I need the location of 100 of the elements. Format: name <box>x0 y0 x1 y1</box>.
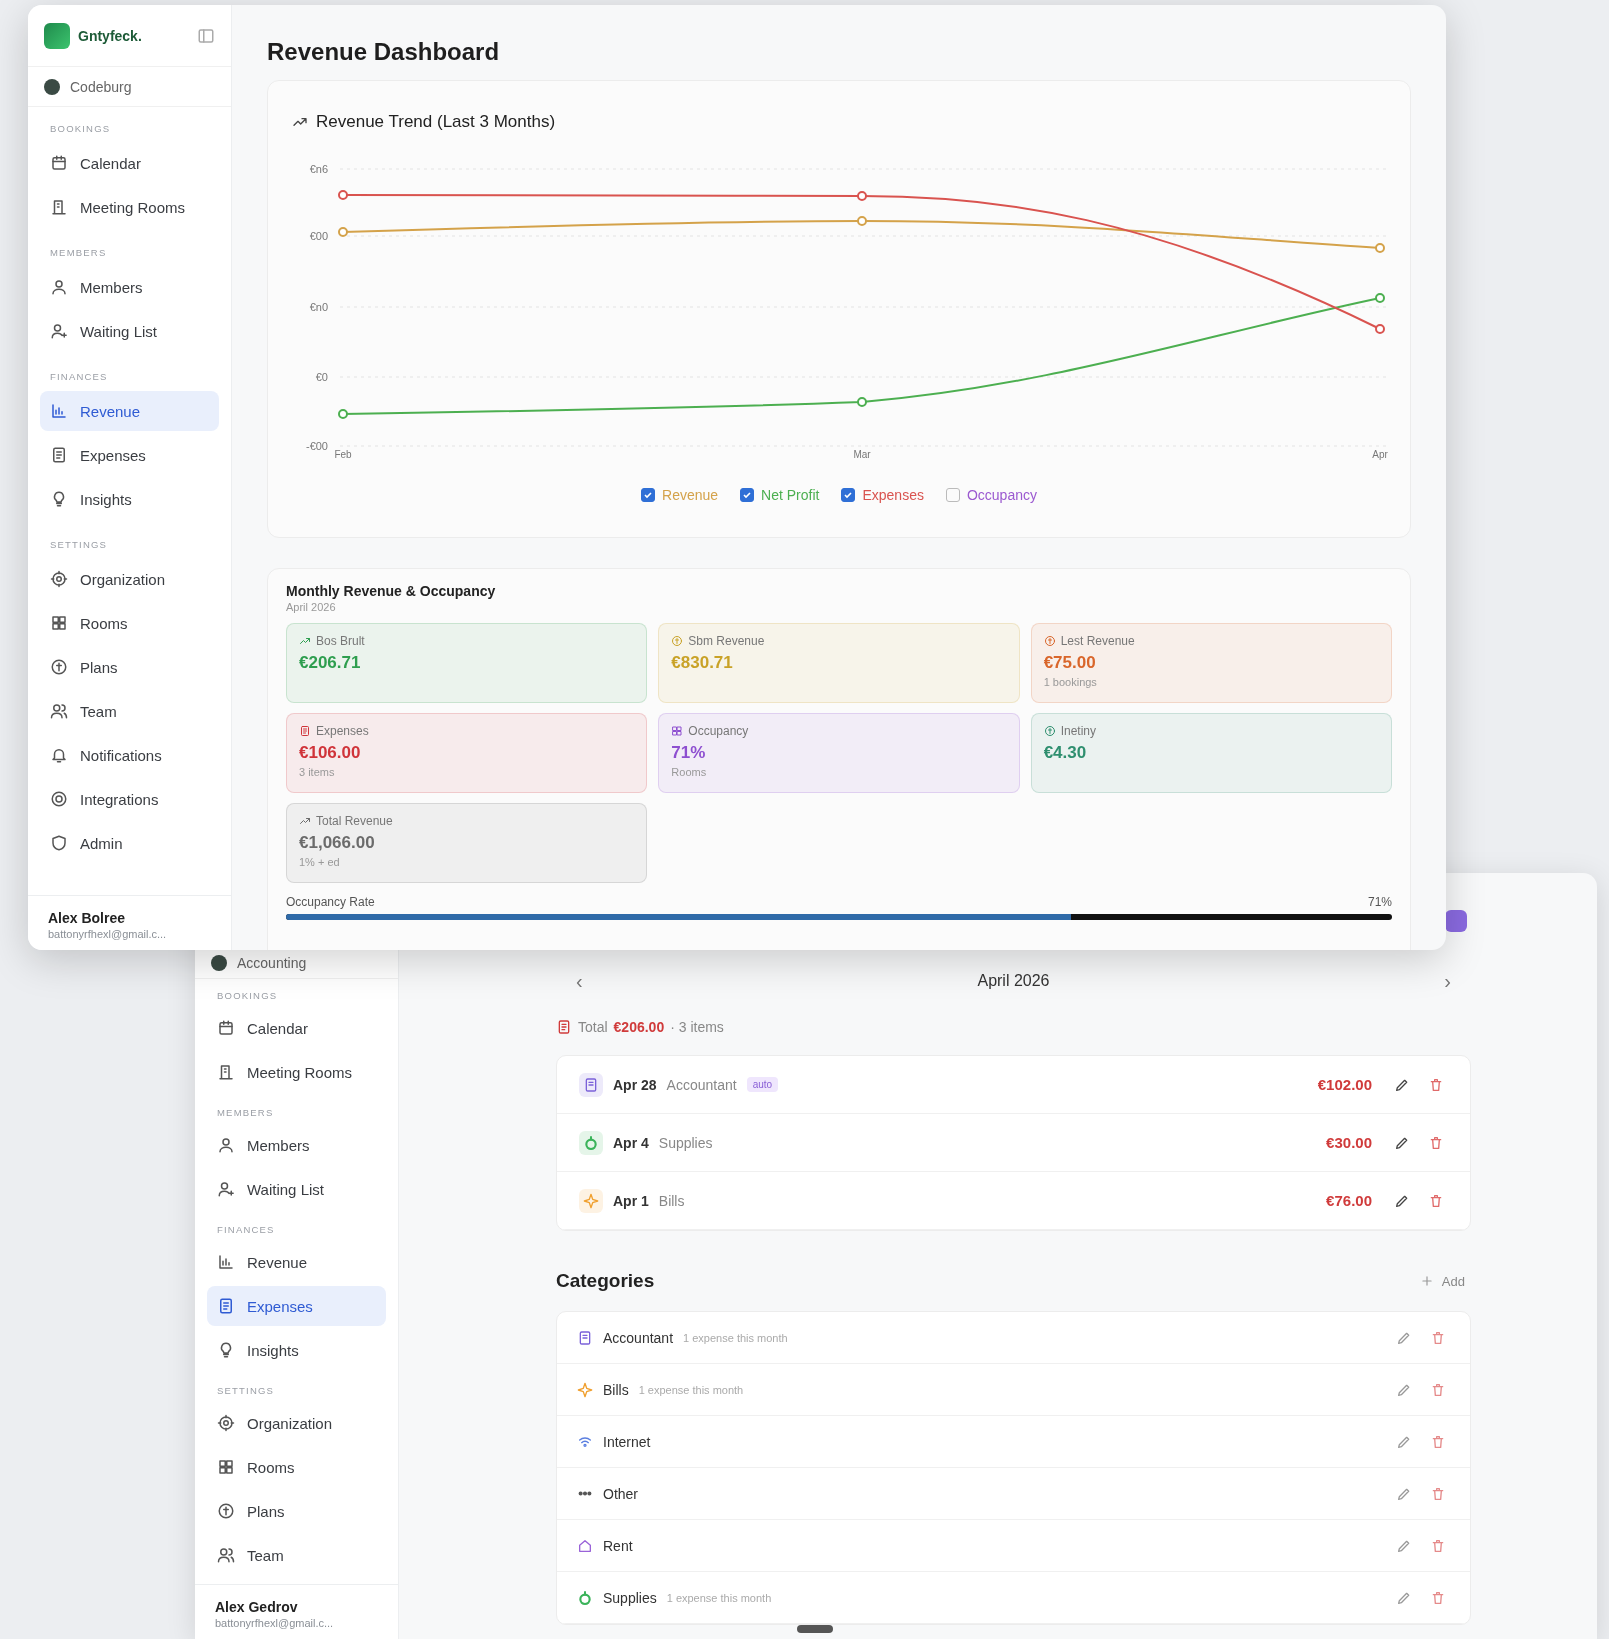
section-heading: BOOKINGS <box>49 122 112 136</box>
toolbar-button[interactable] <box>1445 910 1467 932</box>
stat-value: €1,066.00 <box>299 833 376 853</box>
scrollbar-thumb[interactable] <box>797 1625 833 1633</box>
axis-label: Mar <box>853 449 871 460</box>
stat-label: Lest Revenue <box>1060 634 1135 648</box>
trash-icon <box>1430 1485 1446 1502</box>
category-row[interactable]: Other <box>557 1468 1470 1520</box>
nav-item[interactable]: Admin <box>40 823 219 863</box>
receipt-icon <box>217 1297 235 1315</box>
category-name: Bills <box>603 1381 629 1398</box>
shield-icon <box>50 834 68 852</box>
nav-item[interactable]: Organization <box>207 1403 386 1443</box>
trash-icon <box>1428 1192 1444 1209</box>
section-heading: MEMBERS <box>49 246 108 260</box>
check-icon <box>643 490 654 500</box>
checkbox[interactable] <box>945 488 960 502</box>
stat-value: €75.00 <box>1043 653 1097 673</box>
axis-label: €n6 <box>309 163 328 175</box>
category-name: Supplies <box>603 1589 657 1606</box>
nav-item[interactable]: Insights <box>40 479 219 519</box>
category-row[interactable]: Rent <box>557 1520 1470 1572</box>
user-plus-icon <box>217 1180 235 1198</box>
grid-icon <box>217 1458 235 1476</box>
expense-category: Accountant <box>666 1076 737 1093</box>
nav-item[interactable]: Members <box>207 1125 386 1165</box>
expense-amount: €30.00 <box>1326 1134 1372 1151</box>
nav-item[interactable]: Expenses <box>207 1286 386 1326</box>
checkbox[interactable] <box>740 488 755 502</box>
category-row[interactable]: Internet <box>557 1416 1470 1468</box>
nav-item[interactable]: Plans <box>207 1491 386 1531</box>
next-month-button[interactable]: › <box>1438 969 1457 993</box>
card-subtitle: April 2026 <box>286 601 337 613</box>
nav-item[interactable]: Waiting List <box>40 311 219 351</box>
month-title: April 2026 <box>977 972 1050 990</box>
check-icon <box>843 490 854 500</box>
stat-label: Sbm Revenue <box>688 634 765 648</box>
category-name: Rent <box>603 1537 633 1554</box>
nav-item[interactable]: Team <box>40 691 219 731</box>
legend-toggle[interactable]: Expenses <box>841 487 924 503</box>
nav-item[interactable]: Revenue <box>40 391 219 431</box>
trash-icon <box>1428 1134 1444 1151</box>
category-note: 1 expense this month <box>666 1591 772 1604</box>
workspace-switcher[interactable]: Codeburg <box>44 78 132 95</box>
stat-value: €206.71 <box>299 653 362 673</box>
nav-item[interactable]: Rooms <box>40 603 219 643</box>
calendar-icon <box>217 1019 235 1037</box>
stat-value: 71% <box>671 743 707 763</box>
bell-icon <box>50 746 68 764</box>
nav-item[interactable]: Notifications <box>40 735 219 775</box>
category-row[interactable]: Supplies 1 expense this month <box>557 1572 1470 1624</box>
stat-note: 1% + ed <box>299 856 341 868</box>
nav-item[interactable]: Revenue <box>207 1242 386 1282</box>
category-row[interactable]: Accountant 1 expense this month <box>557 1312 1470 1364</box>
bar-chart-icon <box>50 402 68 420</box>
previous-month-button[interactable]: ‹ <box>570 969 589 993</box>
category-name: Internet <box>603 1433 651 1450</box>
building-icon <box>217 1063 235 1081</box>
nav-item[interactable]: Team <box>207 1535 386 1575</box>
meter-label: Occupancy Rate <box>286 895 375 909</box>
user-email: battonyrfhexl@gmail.c... <box>215 1617 335 1629</box>
nav-item[interactable]: Organization <box>40 559 219 599</box>
nav-item[interactable]: Members <box>40 267 219 307</box>
checkbox[interactable] <box>841 488 856 502</box>
nav-item[interactable]: Calendar <box>207 1008 386 1048</box>
calendar-icon <box>50 154 68 172</box>
workspace-switcher[interactable]: Accounting <box>211 954 307 971</box>
expense-row[interactable]: Apr 4 Supplies €30.00 <box>557 1114 1470 1172</box>
nav-item[interactable]: Plans <box>40 647 219 687</box>
trash-icon <box>1430 1433 1446 1450</box>
nav-item[interactable]: Insights <box>207 1330 386 1370</box>
stat-label: Total Revenue <box>316 814 393 828</box>
section-title: Categories <box>556 1270 655 1292</box>
nav-item[interactable]: Meeting Rooms <box>40 187 219 227</box>
expense-row[interactable]: Apr 1 Bills €76.00 <box>557 1172 1470 1230</box>
add-button[interactable]: Add <box>1413 1273 1471 1289</box>
section-heading: FINANCES <box>216 1223 276 1237</box>
nav-item[interactable]: Waiting List <box>207 1169 386 1209</box>
stat-label: Bos Brult <box>316 634 365 648</box>
target-icon <box>50 790 68 808</box>
sidebar-toggle-icon[interactable] <box>197 26 215 45</box>
nav-item[interactable]: Calendar <box>40 143 219 183</box>
nav-item[interactable]: Integrations <box>40 779 219 819</box>
grid-icon <box>671 725 684 737</box>
expense-date: Apr 4 <box>613 1134 649 1151</box>
nav-item[interactable]: Rooms <box>207 1447 386 1487</box>
receipt-icon <box>556 1019 572 1035</box>
expense-row[interactable]: Apr 28 Accountant auto €102.00 <box>557 1056 1470 1114</box>
section-heading: BOOKINGS <box>216 989 279 1003</box>
stat-value: €830.71 <box>671 653 734 673</box>
checkbox[interactable] <box>641 488 656 502</box>
category-name: Other <box>603 1485 638 1502</box>
plus-icon <box>1419 1274 1434 1288</box>
stat-label: Inetiny <box>1060 724 1096 738</box>
category-row[interactable]: Bills 1 expense this month <box>557 1364 1470 1416</box>
nav-item[interactable]: Meeting Rooms <box>207 1052 386 1092</box>
axis-label: Apr <box>1372 449 1388 460</box>
nav-item[interactable]: Expenses <box>40 435 219 475</box>
legend-toggle[interactable]: Occupancy <box>945 487 1037 503</box>
expense-amount: €76.00 <box>1326 1192 1372 1209</box>
